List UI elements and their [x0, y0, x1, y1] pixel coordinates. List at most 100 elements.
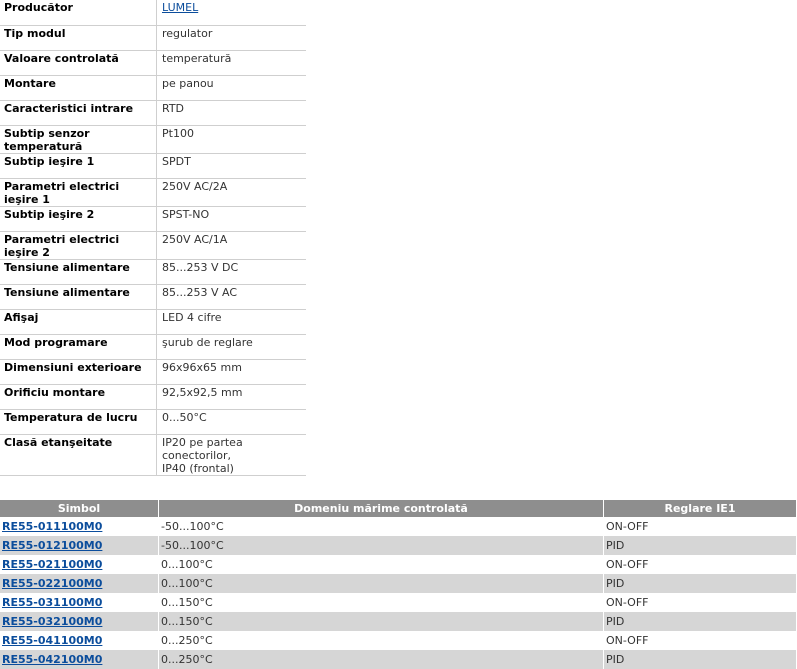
model-row: RE55-022100M0 0...100°C PID [0, 574, 797, 593]
model-symbol-cell: RE55-011100M0 [0, 517, 159, 536]
model-symbol-cell: RE55-042100M0 [0, 650, 159, 669]
model-row: RE55-031100M0 0...150°C ON-OFF [0, 593, 797, 612]
spec-row: Subtip senzor temperatură Pt100 [0, 125, 306, 154]
model-range-cell: -50...100°C [158, 517, 604, 536]
model-row: RE55-041100M0 0...250°C ON-OFF [0, 631, 797, 650]
model-range-cell: 0...100°C [158, 555, 604, 574]
spec-row: Parametri electrici ieşire 1 250V AC/2A [0, 178, 306, 207]
spec-value-text: 250V AC/1A [162, 232, 228, 246]
spec-label: Parametri electrici ieşire 1 [0, 178, 157, 207]
model-symbol-cell: RE55-021100M0 [0, 555, 159, 574]
spec-value-text: şurub de reglare [162, 335, 253, 349]
spec-label: Caracteristici intrare [0, 100, 157, 126]
spec-row: Parametri electrici ieşire 2 250V AC/1A [0, 231, 306, 260]
spec-label: Subtip ieşire 1 [0, 153, 157, 179]
spec-row: Temperatura de lucru 0...50°C [0, 409, 306, 435]
spec-row: Montare pe panou [0, 75, 306, 101]
model-symbol-link[interactable]: RE55-022100M0 [2, 577, 102, 590]
spec-label: Subtip senzor temperatură [0, 125, 157, 154]
spec-label: Clasă etanşeitate [0, 434, 157, 476]
spec-label: Tip modul [0, 25, 157, 51]
model-symbol-link[interactable]: RE55-011100M0 [2, 520, 102, 533]
spec-value: LUMEL [156, 0, 306, 26]
model-row: RE55-032100M0 0...150°C PID [0, 612, 797, 631]
spec-value: IP20 pe partea conectorilor, IP40 (fronta… [156, 434, 306, 476]
spec-row: Tip modul regulator [0, 25, 306, 51]
model-range-cell: 0...100°C [158, 574, 604, 593]
model-symbol-link[interactable]: RE55-012100M0 [2, 539, 102, 552]
spec-value: pe panou [156, 75, 306, 101]
spec-value: SPST-NO [156, 206, 306, 232]
spec-value: şurub de reglare [156, 334, 306, 360]
spec-value: 250V AC/2A [156, 178, 306, 207]
model-symbol-cell: RE55-041100M0 [0, 631, 159, 650]
header-domeniu: Domeniu mărime controlată [158, 500, 604, 517]
model-control-cell: ON-OFF [603, 517, 797, 536]
spec-value: 96x96x65 mm [156, 359, 306, 385]
model-symbol-link[interactable]: RE55-021100M0 [2, 558, 102, 571]
model-symbol-link[interactable]: RE55-031100M0 [2, 596, 102, 609]
spec-value-text: 0...50°C [162, 410, 207, 424]
model-control-cell: PID [603, 612, 797, 631]
model-control-cell: PID [603, 574, 797, 593]
spec-value-text: temperatură [162, 51, 232, 65]
models-header-row: Simbol Domeniu mărime controlată Reglare… [0, 500, 797, 517]
spec-label: Valoare controlată [0, 50, 157, 76]
model-symbol-link[interactable]: RE55-032100M0 [2, 615, 102, 628]
spec-value: 85...253 V AC [156, 284, 306, 310]
spec-label: Afişaj [0, 309, 157, 335]
spec-value: 85...253 V DC [156, 259, 306, 285]
model-symbol-cell: RE55-031100M0 [0, 593, 159, 612]
model-control-cell: PID [603, 536, 797, 555]
spec-value-text: 92,5x92,5 mm [162, 385, 243, 399]
spec-row: Valoare controlată temperatură [0, 50, 306, 76]
spec-value-text: SPDT [162, 154, 191, 168]
model-row: RE55-012100M0 -50...100°C PID [0, 536, 797, 555]
spec-value: regulator [156, 25, 306, 51]
model-range-cell: 0...250°C [158, 631, 604, 650]
spec-value-text: Pt100 [162, 126, 194, 140]
spec-label: Montare [0, 75, 157, 101]
spec-label: Mod programare [0, 334, 157, 360]
spec-value: 92,5x92,5 mm [156, 384, 306, 410]
model-control-cell: ON-OFF [603, 593, 797, 612]
header-simbol: Simbol [0, 500, 159, 517]
manufacturer-link[interactable]: LUMEL [162, 1, 198, 14]
spec-value-text: regulator [162, 26, 213, 40]
model-row: RE55-011100M0 -50...100°C ON-OFF [0, 517, 797, 536]
header-reglare: Reglare IE1 [603, 500, 797, 517]
spec-label: Tensiune alimentare [0, 259, 157, 285]
spec-label: Orificiu montare [0, 384, 157, 410]
model-range-cell: 0...150°C [158, 612, 604, 631]
spec-row: Subtip ieşire 1 SPDT [0, 153, 306, 179]
model-symbol-cell: RE55-032100M0 [0, 612, 159, 631]
spec-value-text: 250V AC/2A [162, 179, 228, 193]
model-control-cell: PID [603, 650, 797, 669]
spec-value-text: IP20 pe partea conectorilor, [162, 435, 243, 462]
models-table: Simbol Domeniu mărime controlată Reglare… [0, 500, 797, 669]
spec-row: Tensiune alimentare 85...253 V DC [0, 259, 306, 285]
spec-value: 250V AC/1A [156, 231, 306, 260]
spec-value-text: 85...253 V AC [162, 285, 238, 299]
spec-row: Tensiune alimentare 85...253 V AC [0, 284, 306, 310]
spec-value: SPDT [156, 153, 306, 179]
spec-label: Subtip ieşire 2 [0, 206, 157, 232]
model-symbol-link[interactable]: RE55-042100M0 [2, 653, 102, 666]
spec-row: Afişaj LED 4 cifre [0, 309, 306, 335]
spec-row: Orificiu montare 92,5x92,5 mm [0, 384, 306, 410]
spec-row: Clasă etanşeitate IP20 pe partea conector… [0, 434, 306, 476]
model-row: RE55-042100M0 0...250°C PID [0, 650, 797, 669]
spec-value-text: SPST-NO [162, 207, 210, 221]
model-symbol-link[interactable]: RE55-041100M0 [2, 634, 102, 647]
model-symbol-cell: RE55-012100M0 [0, 536, 159, 555]
model-range-cell: 0...150°C [158, 593, 604, 612]
spec-value: 0...50°C [156, 409, 306, 435]
spec-value-text-line2: IP40 (frontal) [162, 461, 234, 475]
spec-value: Pt100 [156, 125, 306, 154]
model-range-cell: -50...100°C [158, 536, 604, 555]
spec-label: Dimensiuni exterioare [0, 359, 157, 385]
model-control-cell: ON-OFF [603, 555, 797, 574]
spec-value: LED 4 cifre [156, 309, 306, 335]
spec-row: Subtip ieşire 2 SPST-NO [0, 206, 306, 232]
model-control-cell: ON-OFF [603, 631, 797, 650]
